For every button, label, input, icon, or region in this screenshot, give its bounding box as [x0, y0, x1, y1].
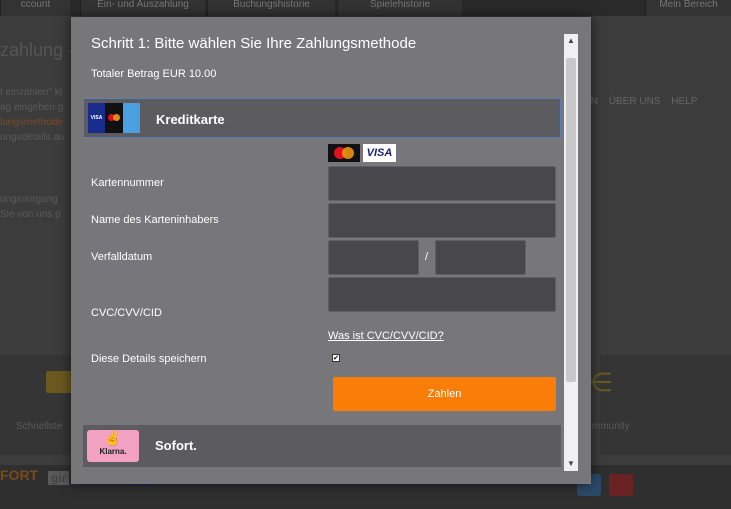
method-sofort[interactable]: ✌ Klarna. Sofort.	[83, 425, 561, 467]
bg-text-line: Sie von uns p	[0, 209, 61, 220]
cvc-help-link[interactable]: Was ist CVC/CVV/CID?	[328, 330, 444, 342]
expiry-month-input[interactable]	[328, 240, 419, 275]
klarna-logo-text: Klarna.	[99, 447, 127, 456]
accepted-brands: VISA	[328, 144, 396, 162]
mastercard-mini-icon	[105, 103, 123, 133]
method-label: Kreditkarte	[156, 112, 225, 127]
wallet-icon	[46, 371, 74, 393]
scroll-up-icon[interactable]: ▲	[564, 34, 578, 48]
bg-nav-item: ÜBER UNS	[608, 96, 661, 107]
visa-icon: VISA	[363, 144, 396, 162]
expiry-label: Verfalldatum	[91, 251, 153, 263]
bg-text-line: lungsmethode	[0, 117, 63, 128]
mastercard-icon	[328, 144, 360, 162]
bg-tab-deposit: Ein- und Auszahlung	[80, 0, 205, 16]
bg-text-line: ungsdetails au	[0, 132, 65, 143]
card-number-label: Kartennummer	[91, 177, 164, 189]
modal-scrollbar[interactable]: ▲ ▼	[564, 34, 578, 471]
bg-tab-games: Spielehistorie	[337, 0, 462, 16]
bg-tile: ⋲ mmunity	[586, 355, 731, 455]
bg-tab-history: Buchungshistorie	[207, 0, 335, 16]
cvc-label: CVC/CVV/CID	[91, 307, 162, 319]
card-number-input[interactable]	[328, 166, 556, 201]
youtube-icon	[609, 474, 633, 496]
bg-tab-my-area: Mein Bereich	[645, 0, 731, 16]
modal-title: Schritt 1: Bitte wählen Sie Ihre Zahlung…	[91, 35, 417, 52]
card-holder-label: Name des Karteninhabers	[91, 214, 219, 226]
cvc-input[interactable]	[328, 277, 556, 312]
bg-text-line: ungsvorgang	[0, 194, 58, 205]
bg-text-line: ag eingeben g	[0, 102, 64, 113]
bg-footer-logo: FORT	[0, 467, 39, 483]
method-credit-card[interactable]: VISA Kreditkarte	[83, 98, 561, 138]
bg-text-line: t einzahlen" kl	[0, 87, 62, 98]
expiry-separator: /	[425, 251, 429, 263]
bg-nav: IN ÜBER UNS HELP	[588, 96, 705, 107]
scroll-down-icon[interactable]: ▼	[564, 457, 578, 471]
method-label: Sofort.	[155, 438, 197, 453]
bg-nav-item: HELP	[671, 96, 698, 107]
bg-footer-logo: gir	[48, 471, 70, 485]
amex-mini-icon	[123, 103, 140, 133]
bg-tab-account: ccount	[0, 0, 70, 16]
bg-tile-label: Schnellste	[16, 421, 63, 432]
victory-hand-icon: ✌	[104, 430, 122, 446]
scroll-thumb[interactable]	[566, 58, 576, 382]
expiry-year-input[interactable]	[435, 240, 526, 275]
payment-modal: Schritt 1: Bitte wählen Sie Ihre Zahlung…	[71, 17, 591, 484]
credit-card-logo: VISA	[88, 103, 140, 133]
card-holder-input[interactable]	[328, 203, 556, 238]
total-amount: Totaler Betrag EUR 10.00	[91, 68, 217, 80]
visa-mini-icon: VISA	[88, 103, 105, 133]
pay-button[interactable]: Zahlen	[333, 377, 556, 411]
klarna-logo: ✌ Klarna.	[87, 430, 139, 462]
bg-tile-label: mmunity	[592, 421, 630, 432]
save-details-checkbox[interactable]: ✔	[332, 354, 340, 362]
background-topbar: ccount Ein- und Auszahlung Buchungshisto…	[0, 0, 731, 16]
save-details-label: Diese Details speichern	[91, 353, 207, 365]
